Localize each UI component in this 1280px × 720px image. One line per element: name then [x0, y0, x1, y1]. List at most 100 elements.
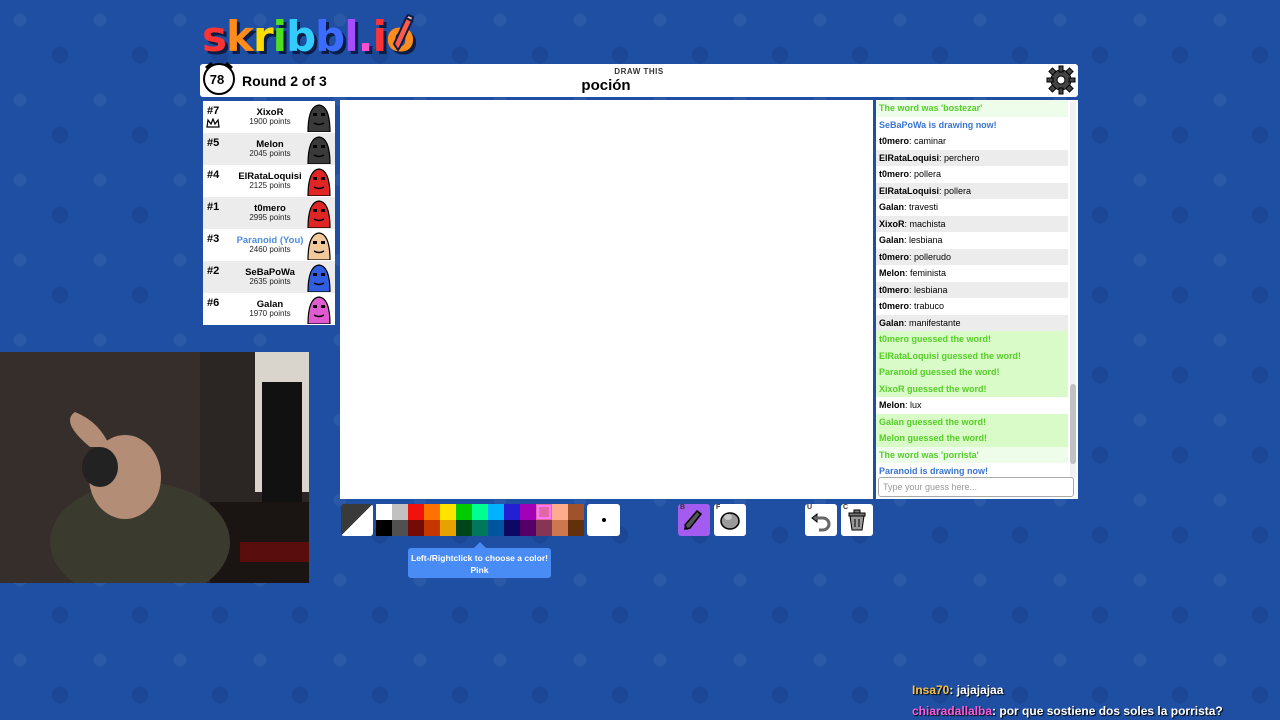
chat-author: t0mero: [879, 251, 910, 262]
chat-author: t0mero: [879, 136, 910, 146]
chat-message: ElRataLoquisi: perchero: [876, 149, 1068, 166]
color-swatch[interactable]: [536, 520, 552, 536]
chat-message: Paranoid is drawing now!: [876, 463, 1068, 478]
player-rank: #7: [207, 105, 220, 117]
player-avatar: [307, 136, 331, 164]
color-swatch[interactable]: [552, 504, 568, 520]
chat-scroll-thumb[interactable]: [1070, 384, 1076, 464]
chat-panel: The word was 'bostezar' SeBaPoWa is drawi…: [876, 100, 1078, 499]
player-row[interactable]: #2 SeBaPoWa 2635 points: [203, 261, 335, 293]
player-list: #7 XixoR 1900 points #5 Melon 2045 points #4 El…: [203, 101, 335, 325]
crown-icon: [206, 118, 220, 128]
chat-message: ElRataLoquisi: pollera: [876, 182, 1068, 199]
fill-tool-button[interactable]: F: [714, 504, 746, 536]
color-swatch[interactable]: [568, 504, 584, 520]
chat-text: caminar: [914, 136, 947, 146]
color-palette: [376, 504, 584, 536]
streamer-webcam: [0, 352, 309, 583]
chat-text: feminista: [910, 268, 947, 278]
color-swatch[interactable]: [376, 520, 392, 536]
chat-text: lux: [910, 400, 922, 410]
undo-icon: [811, 512, 831, 532]
color-swatch[interactable]: [488, 504, 504, 520]
gear-icon[interactable]: [1046, 65, 1076, 95]
fill-bucket-icon: [720, 512, 740, 530]
chat-message: t0mero: trabuco: [879, 301, 945, 311]
color-swatch[interactable]: [504, 520, 520, 536]
chat-text: trabuco: [914, 301, 945, 311]
drawing-canvas[interactable]: [340, 100, 873, 499]
stream-chat-line: Insa70: jajajajaa: [912, 680, 1272, 701]
color-swatch[interactable]: [536, 504, 552, 520]
color-swatch[interactable]: [520, 504, 536, 520]
chat-message: The word was 'bostezar': [876, 100, 1068, 117]
player-row[interactable]: #3 Paranoid (You) 2460 points: [203, 229, 335, 261]
chat-text: ElRataLoquisi guessed the word!: [879, 350, 1022, 361]
player-rank: #6: [207, 297, 220, 309]
color-swatch[interactable]: [456, 504, 472, 520]
chat-text: The word was 'porrista': [879, 449, 979, 460]
player-row[interactable]: #5 Melon 2045 points: [203, 133, 335, 165]
undo-button[interactable]: U: [805, 504, 837, 536]
chat-text: lesbiana: [914, 284, 948, 295]
chat-text: perchero: [944, 152, 980, 163]
current-color-indicator: [341, 504, 373, 536]
chat-text: SeBaPoWa is drawing now!: [879, 119, 997, 130]
tooltip-hint: Left-/Rightclick to choose a color!: [411, 553, 548, 563]
player-rank: #2: [207, 265, 220, 277]
color-swatch[interactable]: [424, 504, 440, 520]
color-swatch[interactable]: [408, 504, 424, 520]
game-header: 78 Round 2 of 3 DRAW THIS poción: [200, 61, 1078, 97]
logo-letter: r: [252, 12, 274, 61]
color-swatch[interactable]: [488, 520, 504, 536]
chat-text: Paranoid guessed the word!: [879, 367, 1000, 377]
color-swatch[interactable]: [392, 520, 408, 536]
chat-text: XixoR guessed the word!: [879, 383, 987, 394]
color-swatch[interactable]: [408, 520, 424, 536]
pencil-icon: [684, 509, 703, 530]
color-swatch[interactable]: [440, 504, 456, 520]
stream-chat-text: : por que sostiene dos soles la porrista…: [992, 704, 1223, 718]
color-swatch[interactable]: [392, 504, 408, 520]
chat-author: Galan: [879, 235, 905, 245]
player-rank: #4: [207, 169, 220, 181]
stream-chat-line: chiaradallalba: por que sostiene dos sol…: [912, 701, 1272, 720]
color-swatch[interactable]: [504, 504, 520, 520]
color-swatch[interactable]: [440, 520, 456, 536]
player-avatar: [307, 264, 331, 292]
chat-messages: The word was 'bostezar' SeBaPoWa is drawi…: [876, 100, 1068, 478]
brush-size-button[interactable]: [587, 504, 620, 536]
player-rank: #3: [207, 233, 220, 245]
color-tooltip: Left-/Rightclick to choose a color! Pink: [408, 542, 551, 578]
player-points: 1900 points: [249, 117, 291, 126]
skribbl-logo: skribbl.io: [202, 12, 415, 62]
player-row[interactable]: #4 ElRataLoquisi 2125 points: [203, 165, 335, 197]
logo-letter: l: [344, 12, 358, 61]
player-avatar: [307, 104, 331, 132]
guess-input[interactable]: [878, 477, 1074, 497]
chat-message: Paranoid guessed the word!: [876, 364, 1068, 381]
chat-author: ElRataLoquisi: [879, 185, 940, 196]
player-row[interactable]: #7 XixoR 1900 points: [203, 101, 335, 133]
player-rank: #1: [207, 201, 220, 213]
color-swatch[interactable]: [472, 504, 488, 520]
color-swatch[interactable]: [552, 520, 568, 536]
color-swatch[interactable]: [424, 520, 440, 536]
chat-text: lesbiana: [909, 235, 943, 245]
color-swatch[interactable]: [472, 520, 488, 536]
player-row[interactable]: #6 Galan 1970 points: [203, 293, 335, 325]
chat-message: Melon: lux: [879, 400, 922, 410]
chat-message: Galan: travesti: [879, 202, 939, 212]
chat-message: t0mero: caminar: [879, 136, 947, 146]
color-swatch[interactable]: [456, 520, 472, 536]
color-swatch[interactable]: [520, 520, 536, 536]
pencil-tool-button[interactable]: B: [678, 504, 710, 536]
chat-message: t0mero: pollera: [879, 169, 942, 179]
player-rank: #5: [207, 137, 220, 149]
color-swatch[interactable]: [568, 520, 584, 536]
color-swatch[interactable]: [376, 504, 392, 520]
chat-scrollbar[interactable]: [1070, 102, 1076, 478]
player-row[interactable]: #1 t0mero 2995 points: [203, 197, 335, 229]
clear-button[interactable]: C: [841, 504, 873, 536]
chat-author: Melon: [879, 268, 905, 278]
